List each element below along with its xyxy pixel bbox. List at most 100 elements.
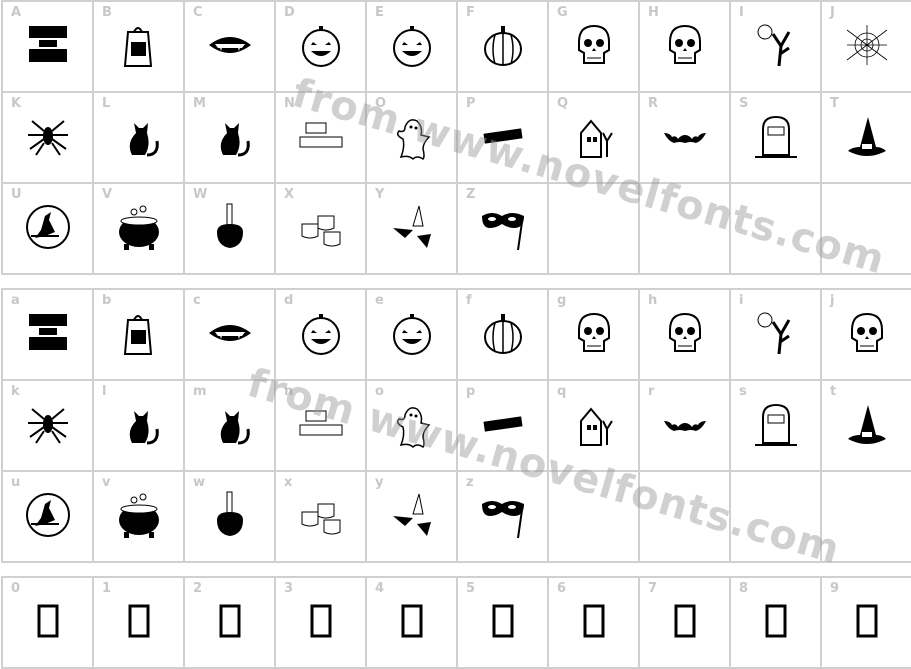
glyph-cell: M (185, 93, 276, 184)
glyph-label: 1 (102, 581, 112, 596)
glyph-cell: L (94, 93, 185, 184)
glyph-cell: a (3, 290, 94, 381)
glyph-label: K (11, 96, 22, 111)
glyph-cell: K (3, 93, 94, 184)
glyph-cell: v (94, 472, 185, 563)
glyph-label: a (11, 293, 20, 308)
glyph-label: 2 (193, 581, 203, 596)
glyph-cell: X (276, 184, 367, 275)
glyph-cell: 6 (549, 578, 640, 669)
glyph-label: 6 (557, 581, 567, 596)
glyph-cell: F (458, 2, 549, 93)
glyph-label: Q (557, 96, 569, 111)
glyph-label: 8 (739, 581, 749, 596)
glyph-label: i (739, 293, 744, 308)
glyph-label: S (739, 96, 749, 111)
glyph-cell: T (822, 93, 911, 184)
glyph-label: w (193, 475, 206, 490)
glyph-label: r (648, 384, 655, 399)
glyph-cell: J (822, 2, 911, 93)
glyph-cell: Y (367, 184, 458, 275)
glyph-cell: l (94, 381, 185, 472)
glyph-cell: i (731, 290, 822, 381)
glyph-label: T (830, 96, 839, 111)
glyph-label: Y (375, 187, 385, 202)
glyph-label: l (102, 384, 107, 399)
glyph-cell: W (185, 184, 276, 275)
glyph-label: s (739, 384, 747, 399)
glyph-label: q (557, 384, 567, 399)
glyph-cell: 7 (640, 578, 731, 669)
glyph-label: J (830, 5, 835, 20)
glyph-cell: x (276, 472, 367, 563)
glyph-label: 0 (11, 581, 21, 596)
glyph-label: X (284, 187, 295, 202)
glyph-label: m (193, 384, 207, 399)
glyph-label: L (102, 96, 111, 111)
glyph-cell: k (3, 381, 94, 472)
glyph-label: z (466, 475, 474, 490)
glyph-cell: f (458, 290, 549, 381)
glyph-cell: U (3, 184, 94, 275)
glyph-label: p (466, 384, 476, 399)
glyph-cell: B (94, 2, 185, 93)
glyph-label: f (466, 293, 472, 308)
glyph-cell: I (731, 2, 822, 93)
glyph-label: d (284, 293, 294, 308)
glyph-cell: E (367, 2, 458, 93)
glyph-cell: C (185, 2, 276, 93)
glyph-label: Z (466, 187, 476, 202)
glyph-cell: G (549, 2, 640, 93)
glyph-cell: u (3, 472, 94, 563)
glyph-label: G (557, 5, 568, 20)
glyph-cell: Z (458, 184, 549, 275)
glyph-label: 5 (466, 581, 476, 596)
glyph-label: I (739, 5, 744, 20)
glyph-cell: R (640, 93, 731, 184)
glyph-cell: r (640, 381, 731, 472)
glyph-cell: 9 (822, 578, 911, 669)
glyph-label: E (375, 5, 384, 20)
glyph-label: g (557, 293, 567, 308)
glyph-label: b (102, 293, 112, 308)
glyph-label: y (375, 475, 384, 490)
glyph-cell: 3 (276, 578, 367, 669)
glyph-label: 9 (830, 581, 840, 596)
glyph-label: D (284, 5, 295, 20)
glyph-label: F (466, 5, 475, 20)
glyph-cell: 2 (185, 578, 276, 669)
glyph-cell: e (367, 290, 458, 381)
glyph-label: R (648, 96, 659, 111)
glyph-cell: g (549, 290, 640, 381)
glyph-label: 4 (375, 581, 385, 596)
glyph-label: 3 (284, 581, 294, 596)
glyph-label: H (648, 5, 659, 20)
glyph-cell: h (640, 290, 731, 381)
glyph-cell: A (3, 2, 94, 93)
glyph-label: U (11, 187, 22, 202)
glyph-cell: 4 (367, 578, 458, 669)
glyph-label: j (830, 293, 835, 308)
glyph-cell: w (185, 472, 276, 563)
glyph-label: k (11, 384, 20, 399)
glyph-cell: j (822, 290, 911, 381)
glyph-cell: y (367, 472, 458, 563)
glyph-cell: s (731, 381, 822, 472)
glyph-label: A (11, 5, 22, 20)
glyph-label: 7 (648, 581, 658, 596)
glyph-label: M (193, 96, 206, 111)
glyph-label: W (193, 187, 208, 202)
glyph-cell: 8 (731, 578, 822, 669)
glyph-label: P (466, 96, 476, 111)
glyph-label: t (830, 384, 837, 399)
glyph-label: c (193, 293, 201, 308)
glyph-label: u (11, 475, 21, 490)
glyph-label: v (102, 475, 111, 490)
digits-grid: 0 1 2 3 4 5 6 7 8 9 (1, 576, 911, 669)
glyph-label: h (648, 293, 658, 308)
glyph-cell: b (94, 290, 185, 381)
glyph-cell: 1 (94, 578, 185, 669)
glyph-cell: H (640, 2, 731, 93)
glyph-cell: 0 (3, 578, 94, 669)
glyph-label: e (375, 293, 384, 308)
